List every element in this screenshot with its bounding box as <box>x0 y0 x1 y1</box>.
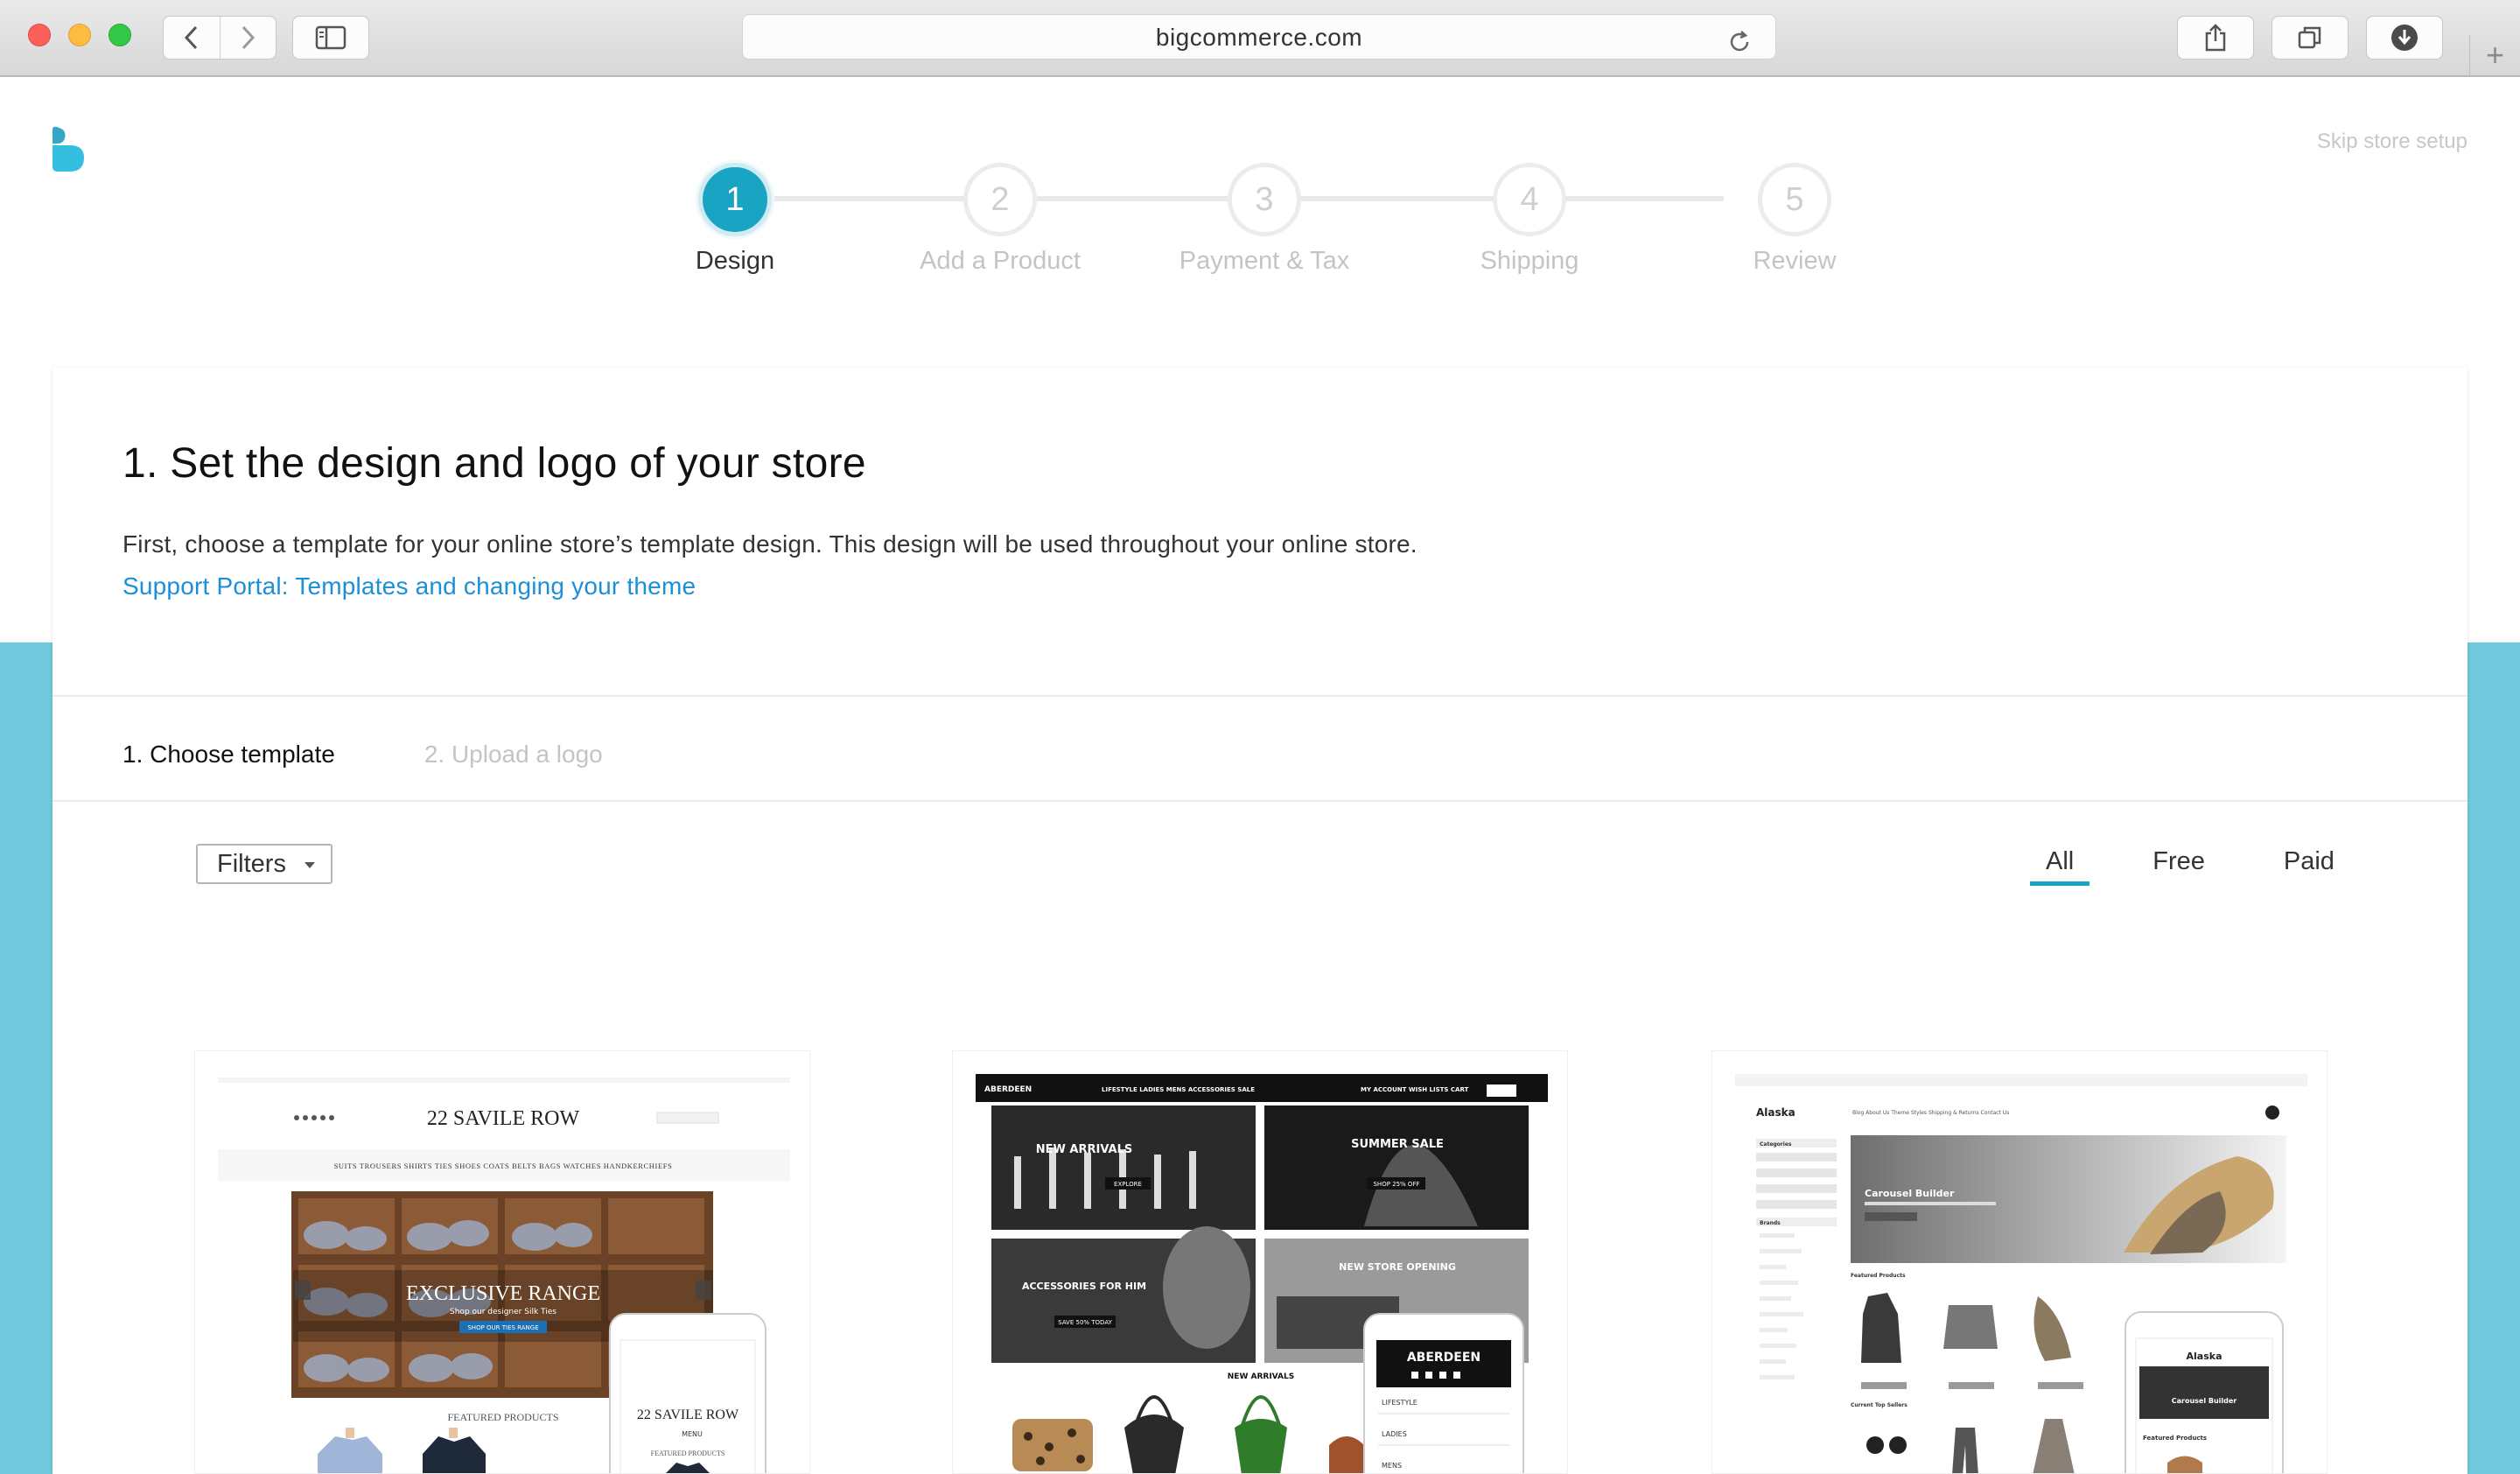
tab-upload-logo[interactable]: 2. Upload a logo <box>424 741 603 769</box>
mobile-menu: MENU <box>682 1430 703 1438</box>
url-text: bigcommerce.com <box>1155 24 1363 51</box>
template-nav: Blog About Us Theme Styles Shipping & Re… <box>1852 1110 2009 1116</box>
tile-button: SHOP 25% OFF <box>1373 1181 1419 1188</box>
share-button[interactable] <box>2177 16 2254 60</box>
mobile-menu-item: LADIES <box>1382 1430 1407 1438</box>
tabs-icon <box>2298 26 2321 49</box>
step-review[interactable]: 5 Review <box>1707 163 1882 276</box>
tab-all[interactable]: All <box>2030 840 2090 886</box>
sidebar-brands: Brands <box>1760 1220 1781 1226</box>
filters-label: Filters <box>217 849 286 878</box>
downloads-button[interactable] <box>2366 16 2443 60</box>
substep-tabs: 1. Choose template 2. Upload a logo <box>122 741 603 769</box>
hero-subtitle: Shop our designer Silk Ties <box>450 1308 556 1316</box>
sidebar-icon <box>315 25 346 50</box>
step-label: Review <box>1753 247 1837 275</box>
new-tab-button[interactable]: + <box>2469 35 2520 75</box>
template-logo-text: 22 SAVILE ROW <box>427 1107 580 1130</box>
tile-title: NEW STORE OPENING <box>1339 1261 1456 1273</box>
chevron-left-icon <box>184 25 197 50</box>
step-label: Payment & Tax <box>1179 247 1350 275</box>
divider <box>52 800 2468 802</box>
template-card-alaska[interactable]: Alaska Blog About Us Theme Styles Shippi… <box>1712 1050 2328 1474</box>
hero-title: Carousel Builder <box>1865 1188 1955 1199</box>
address-bar[interactable]: bigcommerce.com <box>742 14 1776 60</box>
close-window-button[interactable] <box>28 24 51 46</box>
filters-dropdown[interactable]: Filters <box>196 844 332 884</box>
support-portal-link[interactable]: Support Portal: Templates and changing y… <box>122 572 696 600</box>
setup-stepper: 1 Design 2 Add a Product 3 Payment & Tax… <box>648 163 1872 285</box>
step-number: 2 <box>963 163 1037 236</box>
minimize-window-button[interactable] <box>68 24 91 46</box>
step-number: 1 <box>698 163 772 236</box>
history-nav <box>163 16 276 60</box>
back-button[interactable] <box>164 17 220 59</box>
skip-store-setup-link[interactable]: Skip store setup <box>2317 130 2468 154</box>
mobile-menu-item: MENS <box>1382 1462 1402 1470</box>
tile-title: SUMMER SALE <box>1351 1138 1444 1151</box>
browser-toolbar: bigcommerce.com + <box>0 0 2520 77</box>
template-preview: 22 SAVILE ROW SUITS TROUSERS SHIRTS TIES… <box>218 1077 790 1473</box>
tab-paid[interactable]: Paid <box>2268 840 2350 886</box>
caret-down-icon <box>304 862 315 868</box>
tabs-overview-button[interactable] <box>2272 16 2348 60</box>
download-icon <box>2391 25 2418 51</box>
section-title: FEATURED PRODUCTS <box>447 1411 558 1423</box>
mobile-menu-item: LIFESTYLE <box>1382 1399 1418 1407</box>
step-number: 5 <box>1758 163 1831 236</box>
chevron-right-icon <box>242 25 256 50</box>
step-label: Add a Product <box>920 247 1081 275</box>
template-logo-text: Alaska <box>1756 1106 1796 1119</box>
template-logo-text: ABERDEEN <box>984 1085 1032 1094</box>
template-preview: Alaska Blog About Us Theme Styles Shippi… <box>1735 1074 2307 1473</box>
mobile-logo: ABERDEEN <box>1407 1351 1480 1365</box>
tile-title: ACCESSORIES FOR HIM <box>1022 1281 1146 1292</box>
template-nav: SUITS TROUSERS SHIRTS TIES SHOES COATS B… <box>334 1162 673 1170</box>
section-title: NEW ARRIVALS <box>1228 1372 1294 1381</box>
design-card: 1. Set the design and logo of your store… <box>52 368 2468 1474</box>
reload-icon[interactable] <box>1726 25 1753 70</box>
plus-icon: + <box>2485 37 2505 73</box>
step-shipping[interactable]: 4 Shipping <box>1442 163 1617 276</box>
tile-button: EXPLORE <box>1114 1181 1142 1188</box>
tab-free[interactable]: Free <box>2137 840 2221 886</box>
share-icon <box>2205 24 2226 52</box>
tile-button: SAVE 50% TODAY <box>1058 1319 1112 1326</box>
template-card-aberdeen[interactable]: ABERDEEN LIFESTYLE LADIES MENS ACCESSORI… <box>952 1050 1568 1474</box>
tile-title: NEW ARRIVALS <box>1036 1143 1132 1156</box>
account-nav: MY ACCOUNT WISH LISTS CART <box>1361 1086 1469 1093</box>
mobile-logo: Alaska <box>2187 1351 2222 1362</box>
sidebar-toggle-button[interactable] <box>292 16 369 60</box>
sidebar-categories: Categories <box>1760 1141 1792 1148</box>
step-payment-tax[interactable]: 3 Payment & Tax <box>1177 163 1352 276</box>
step-label: Shipping <box>1480 247 1579 275</box>
step-number: 3 <box>1228 163 1301 236</box>
section-featured: Featured Products <box>1851 1273 1906 1279</box>
step-label: Design <box>695 247 775 275</box>
zoom-window-button[interactable] <box>108 24 131 46</box>
hero-button: SHOP OUR TIES RANGE <box>467 1324 538 1331</box>
step-add-product[interactable]: 2 Add a Product <box>913 163 1088 276</box>
tab-choose-template[interactable]: 1. Choose template <box>122 741 335 769</box>
bigcommerce-logo[interactable] <box>49 126 88 179</box>
page: Skip store setup 1 Design 2 Add a Produc… <box>0 79 2520 1474</box>
mobile-section: FEATURED PRODUCTS <box>651 1449 725 1457</box>
page-description: First, choose a template for your online… <box>122 530 1418 558</box>
mobile-logo: 22 SAVILE ROW <box>637 1407 739 1422</box>
mobile-section: Featured Products <box>2143 1435 2207 1442</box>
mobile-hero-title: Carousel Builder <box>2172 1397 2237 1405</box>
forward-button[interactable] <box>219 17 276 59</box>
template-nav: LIFESTYLE LADIES MENS ACCESSORIES SALE <box>1102 1086 1255 1093</box>
page-title: 1. Set the design and logo of your store <box>122 440 866 487</box>
price-filter-tabs: All Free Paid <box>2030 840 2398 886</box>
hero-title: EXCLUSIVE RANGE <box>406 1282 600 1305</box>
section-sellers: Current Top Sellers <box>1851 1402 1908 1408</box>
template-card-savile-row[interactable]: 22 SAVILE ROW SUITS TROUSERS SHIRTS TIES… <box>194 1050 810 1474</box>
step-design[interactable]: 1 Design <box>648 163 822 276</box>
divider <box>52 695 2468 697</box>
step-number: 4 <box>1493 163 1566 236</box>
template-preview: ABERDEEN LIFESTYLE LADIES MENS ACCESSORI… <box>976 1074 1548 1473</box>
